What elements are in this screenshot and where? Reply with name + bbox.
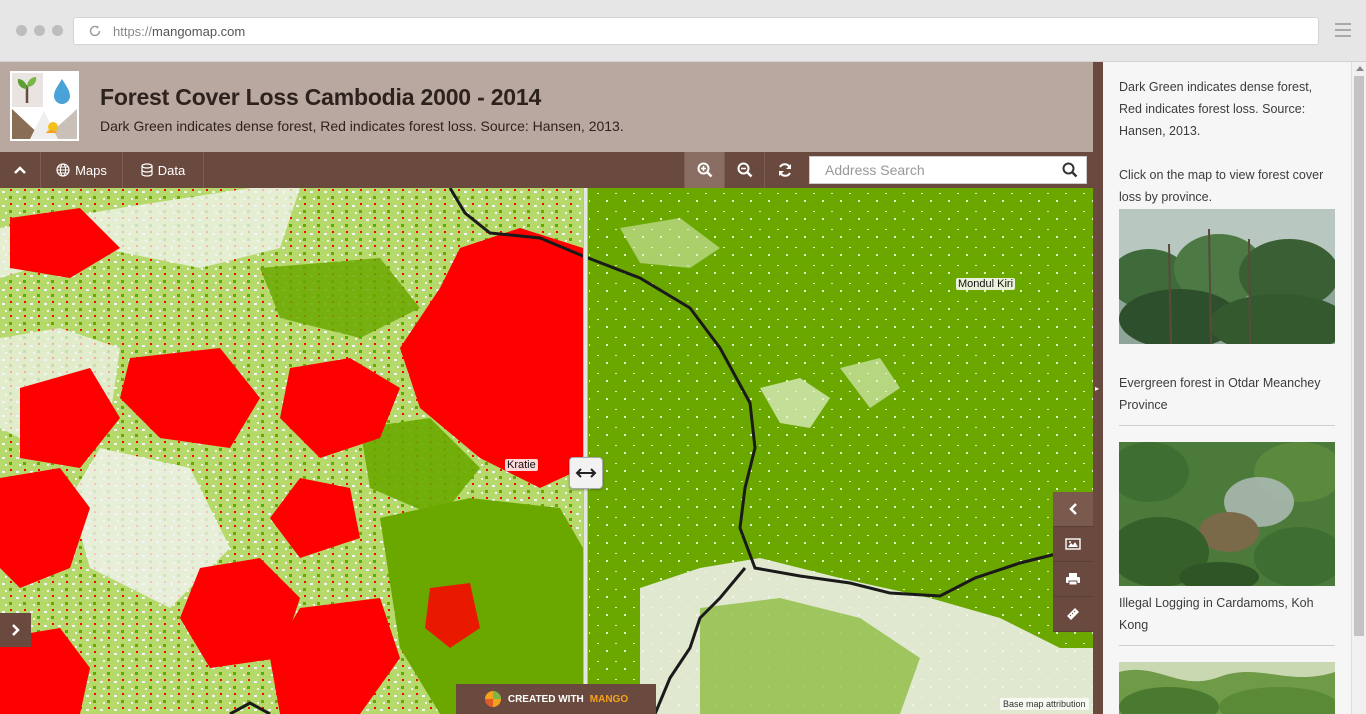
photo-caption-2: Illegal Logging in Cardamoms, Koh Kong (1119, 596, 1314, 632)
basemap-button[interactable] (1053, 527, 1093, 562)
collapse-tools-button[interactable] (1053, 492, 1093, 527)
maps-menu-button[interactable]: Maps (41, 152, 123, 188)
badge-brand: MANGO (589, 693, 629, 705)
swipe-handle[interactable] (569, 457, 603, 489)
chevron-up-icon (14, 166, 26, 174)
refresh-icon (778, 163, 791, 177)
forest-cover-raster (0, 188, 1093, 714)
chevron-right-icon (11, 624, 20, 636)
collapse-header-button[interactable] (0, 152, 41, 188)
globe-icon (56, 163, 70, 177)
sidebar-divider[interactable]: ▸ (1093, 62, 1103, 714)
caption-divider (1119, 645, 1335, 646)
map-canvas[interactable]: Kratie Mondul Kiri CREATED WITH MANGO Ba… (0, 188, 1093, 714)
map-tools-panel (1053, 492, 1093, 632)
basemap-attribution[interactable]: Base map attribution (1000, 698, 1089, 710)
caption-divider (1119, 425, 1335, 426)
page-subtitle: Dark Green indicates dense forest, Red i… (100, 118, 624, 134)
ruler-icon (1067, 608, 1079, 620)
place-label-mondul-kiri: Mondul Kiri (956, 278, 1016, 290)
search-icon[interactable] (1062, 162, 1078, 178)
info-sidebar: Dark Green indicates dense forest, Red i… (1103, 62, 1351, 714)
forest-canopy-photo (1119, 662, 1335, 714)
scrollbar-thumb[interactable] (1354, 76, 1364, 636)
mango-logo-icon (484, 691, 501, 707)
illegal-logging-photo (1119, 442, 1335, 586)
zoom-out-button[interactable] (724, 152, 764, 188)
divider-arrow-icon: ▸ (1095, 384, 1100, 393)
page-title: Forest Cover Loss Cambodia 2000 - 2014 (100, 84, 542, 110)
browser-menu-icon[interactable] (1335, 23, 1351, 37)
map-toolbar: Maps Data (0, 152, 1093, 188)
print-button[interactable] (1053, 562, 1093, 597)
url-text: https://mangomap.com (113, 24, 246, 39)
map-header: Forest Cover Loss Cambodia 2000 - 2014 D… (0, 62, 1093, 152)
address-bar[interactable]: https://mangomap.com (73, 17, 1319, 45)
measure-button[interactable] (1053, 597, 1093, 632)
expand-legend-button[interactable] (0, 613, 31, 647)
chevron-left-icon (1069, 503, 1077, 515)
reload-icon[interactable] (88, 24, 102, 38)
address-search (809, 156, 1087, 184)
scroll-up-arrow-icon[interactable] (1356, 66, 1364, 71)
print-icon (1066, 573, 1080, 586)
badge-prefix: CREATED WITH (507, 693, 584, 705)
zoom-in-button[interactable] (684, 152, 724, 188)
refresh-map-button[interactable] (764, 152, 804, 188)
horizontal-arrows-icon (575, 468, 597, 478)
maps-label: Maps (75, 162, 107, 178)
database-icon (141, 163, 153, 177)
window-close-dot[interactable] (16, 25, 27, 36)
sidebar-instruction-text: Click on the map to view forest cover lo… (1119, 168, 1324, 204)
zoom-in-icon (697, 162, 712, 178)
window-controls (16, 25, 63, 36)
data-menu-button[interactable]: Data (123, 152, 204, 188)
swipe-divider[interactable] (583, 188, 588, 714)
window-minimize-dot[interactable] (34, 25, 45, 36)
photo-caption-1: Evergreen forest in Otdar Meanchey Provi… (1119, 376, 1321, 412)
window-maximize-dot[interactable] (52, 25, 63, 36)
evergreen-forest-photo (1119, 209, 1335, 344)
browser-toolbar: https://mangomap.com (0, 0, 1366, 62)
data-label: Data (157, 162, 186, 178)
address-search-input[interactable] (810, 157, 1055, 183)
sidebar-scrollbar[interactable] (1351, 62, 1366, 714)
sidebar-intro-text: Dark Green indicates dense forest, Red i… (1119, 80, 1313, 138)
place-label-kratie: Kratie (505, 459, 538, 471)
logo (10, 71, 79, 141)
zoom-out-icon (737, 162, 752, 178)
image-icon (1065, 538, 1081, 550)
created-with-mango-badge[interactable]: CREATED WITH MANGO (456, 684, 656, 714)
